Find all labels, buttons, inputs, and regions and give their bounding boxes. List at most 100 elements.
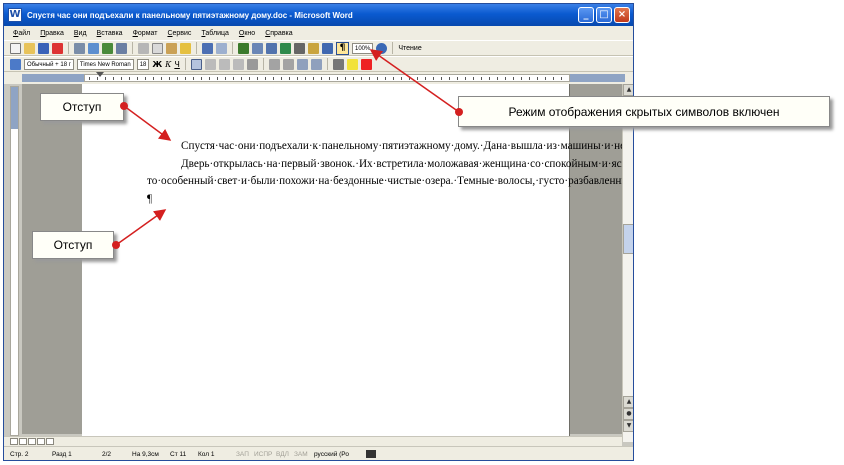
document-workspace: Спустя·час·они·подъехали·к·панельному·пя…: [22, 84, 633, 439]
scroll-up-icon[interactable]: ▲: [623, 84, 633, 96]
status-overtype[interactable]: ЗАМ: [294, 451, 314, 458]
copy-icon[interactable]: [152, 42, 163, 54]
ruler-tick: [521, 77, 522, 80]
reading-layout-icon[interactable]: [46, 438, 54, 445]
ruler-tick: [201, 77, 202, 80]
insert-table-icon[interactable]: [266, 42, 277, 54]
permission-icon[interactable]: [52, 42, 63, 54]
horizontal-scrollbar[interactable]: [4, 436, 622, 446]
toolbar-separator: [184, 58, 186, 70]
read-mode-button[interactable]: Чтение: [398, 45, 421, 52]
status-record[interactable]: ЗАП: [236, 451, 254, 458]
status-track-changes[interactable]: ИСПР: [254, 451, 276, 458]
scroll-thumb[interactable]: [623, 224, 633, 254]
print-layout-icon[interactable]: [28, 438, 36, 445]
next-page-icon[interactable]: ▼: [623, 420, 633, 432]
menu-window[interactable]: Окно: [234, 30, 260, 37]
spelling-icon[interactable]: [102, 42, 113, 54]
align-left-icon[interactable]: [190, 58, 202, 70]
border-icon[interactable]: [332, 58, 344, 70]
align-right-icon[interactable]: [218, 58, 230, 70]
normal-view-icon[interactable]: [10, 438, 18, 445]
ruler-tick: [97, 77, 98, 80]
outline-view-icon[interactable]: [37, 438, 45, 445]
print-icon[interactable]: [74, 42, 85, 54]
ruler-tick: [361, 77, 362, 80]
bullets-icon[interactable]: [282, 58, 294, 70]
document-map-icon[interactable]: [322, 42, 333, 54]
paste-icon[interactable]: [166, 42, 177, 54]
toolbar-separator: [132, 42, 133, 54]
spelling-status-icon[interactable]: [366, 450, 376, 458]
justify-icon[interactable]: [232, 58, 244, 70]
new-document-icon[interactable]: [10, 42, 21, 54]
toolbar-separator: [392, 42, 394, 54]
cut-icon[interactable]: [138, 42, 149, 54]
menu-help[interactable]: Справка: [260, 30, 297, 37]
styles-pane-icon[interactable]: [10, 58, 21, 70]
document-page[interactable]: Спустя·час·они·подъехали·к·панельному·пя…: [82, 84, 633, 439]
redo-icon[interactable]: [216, 42, 227, 54]
menu-file[interactable]: Файл: [8, 30, 35, 37]
previous-page-icon[interactable]: ▲: [623, 396, 633, 408]
ruler-tick: [249, 77, 250, 80]
decrease-indent-icon[interactable]: [296, 58, 308, 70]
hyperlink-icon[interactable]: [238, 42, 249, 54]
save-icon[interactable]: [38, 42, 49, 54]
ruler-tick: [385, 77, 386, 80]
menu-format[interactable]: Формат: [128, 30, 163, 37]
maximize-icon[interactable]: □: [596, 7, 612, 23]
web-layout-icon[interactable]: [19, 438, 27, 445]
research-icon[interactable]: [116, 42, 127, 54]
paragraph-1[interactable]: Спустя·час·они·подъехали·к·панельному·пя…: [147, 138, 633, 156]
close-icon[interactable]: ×: [614, 7, 630, 23]
horizontal-ruler[interactable]: [4, 72, 633, 84]
indent-callout-bottom: Отступ: [32, 231, 114, 259]
first-line-indent-marker[interactable]: [96, 72, 104, 77]
bold-button[interactable]: Ж: [152, 60, 162, 69]
ruler-tick: [345, 77, 346, 80]
menu-view[interactable]: Вид: [69, 30, 92, 37]
drawing-icon[interactable]: [308, 42, 319, 54]
menu-insert[interactable]: Вставка: [92, 30, 128, 37]
numbering-icon[interactable]: [268, 58, 280, 70]
menu-tools[interactable]: Сервис: [162, 30, 196, 37]
help-icon[interactable]: [376, 42, 388, 54]
increase-indent-icon[interactable]: [310, 58, 322, 70]
font-color-icon[interactable]: [360, 58, 372, 70]
align-center-icon[interactable]: [204, 58, 216, 70]
font-size-select[interactable]: 18: [136, 58, 150, 70]
select-browse-object-icon[interactable]: ●: [623, 408, 633, 420]
vertical-ruler[interactable]: [10, 86, 19, 436]
undo-icon[interactable]: [202, 42, 213, 54]
italic-button[interactable]: К: [165, 60, 171, 69]
tables-borders-icon[interactable]: [252, 42, 263, 54]
title-bar[interactable]: W Спустя час они подъехали к панельному …: [4, 4, 633, 26]
ruler-tick: [433, 77, 434, 80]
ruler-tick: [161, 77, 162, 80]
menu-edit[interactable]: Правка: [35, 30, 69, 37]
status-language[interactable]: русский (Ро: [314, 451, 366, 458]
underline-button[interactable]: Ч: [174, 60, 179, 69]
font-select[interactable]: Times New Roman: [76, 58, 134, 70]
columns-icon[interactable]: [294, 42, 305, 54]
ruler-tick: [529, 77, 530, 80]
document-text[interactable]: Спустя·час·они·подъехали·к·панельному·пя…: [147, 138, 633, 209]
vertical-scrollbar[interactable]: ▲ ▲ ● ▼: [622, 84, 633, 442]
insert-excel-icon[interactable]: [280, 42, 291, 54]
print-preview-icon[interactable]: [88, 42, 99, 54]
show-hide-formatting-button[interactable]: ¶: [336, 41, 349, 55]
zoom-select[interactable]: 100%: [352, 42, 374, 54]
ruler-tick: [185, 77, 186, 80]
status-extend[interactable]: ВДЛ: [276, 451, 294, 458]
line-spacing-icon[interactable]: [246, 58, 258, 70]
menu-table[interactable]: Таблица: [196, 30, 233, 37]
open-folder-icon[interactable]: [24, 42, 35, 54]
minimize-icon[interactable]: _: [578, 7, 594, 23]
format-painter-icon[interactable]: [180, 42, 191, 54]
paragraph-3[interactable]: ¶: [147, 191, 529, 209]
ruler-tick: [441, 77, 442, 80]
style-select[interactable]: Обычный + 18 г: [24, 58, 74, 70]
highlight-icon[interactable]: [346, 58, 358, 70]
paragraph-2[interactable]: Дверь·открылась·на·первый·звонок.·Их·вст…: [147, 156, 633, 191]
